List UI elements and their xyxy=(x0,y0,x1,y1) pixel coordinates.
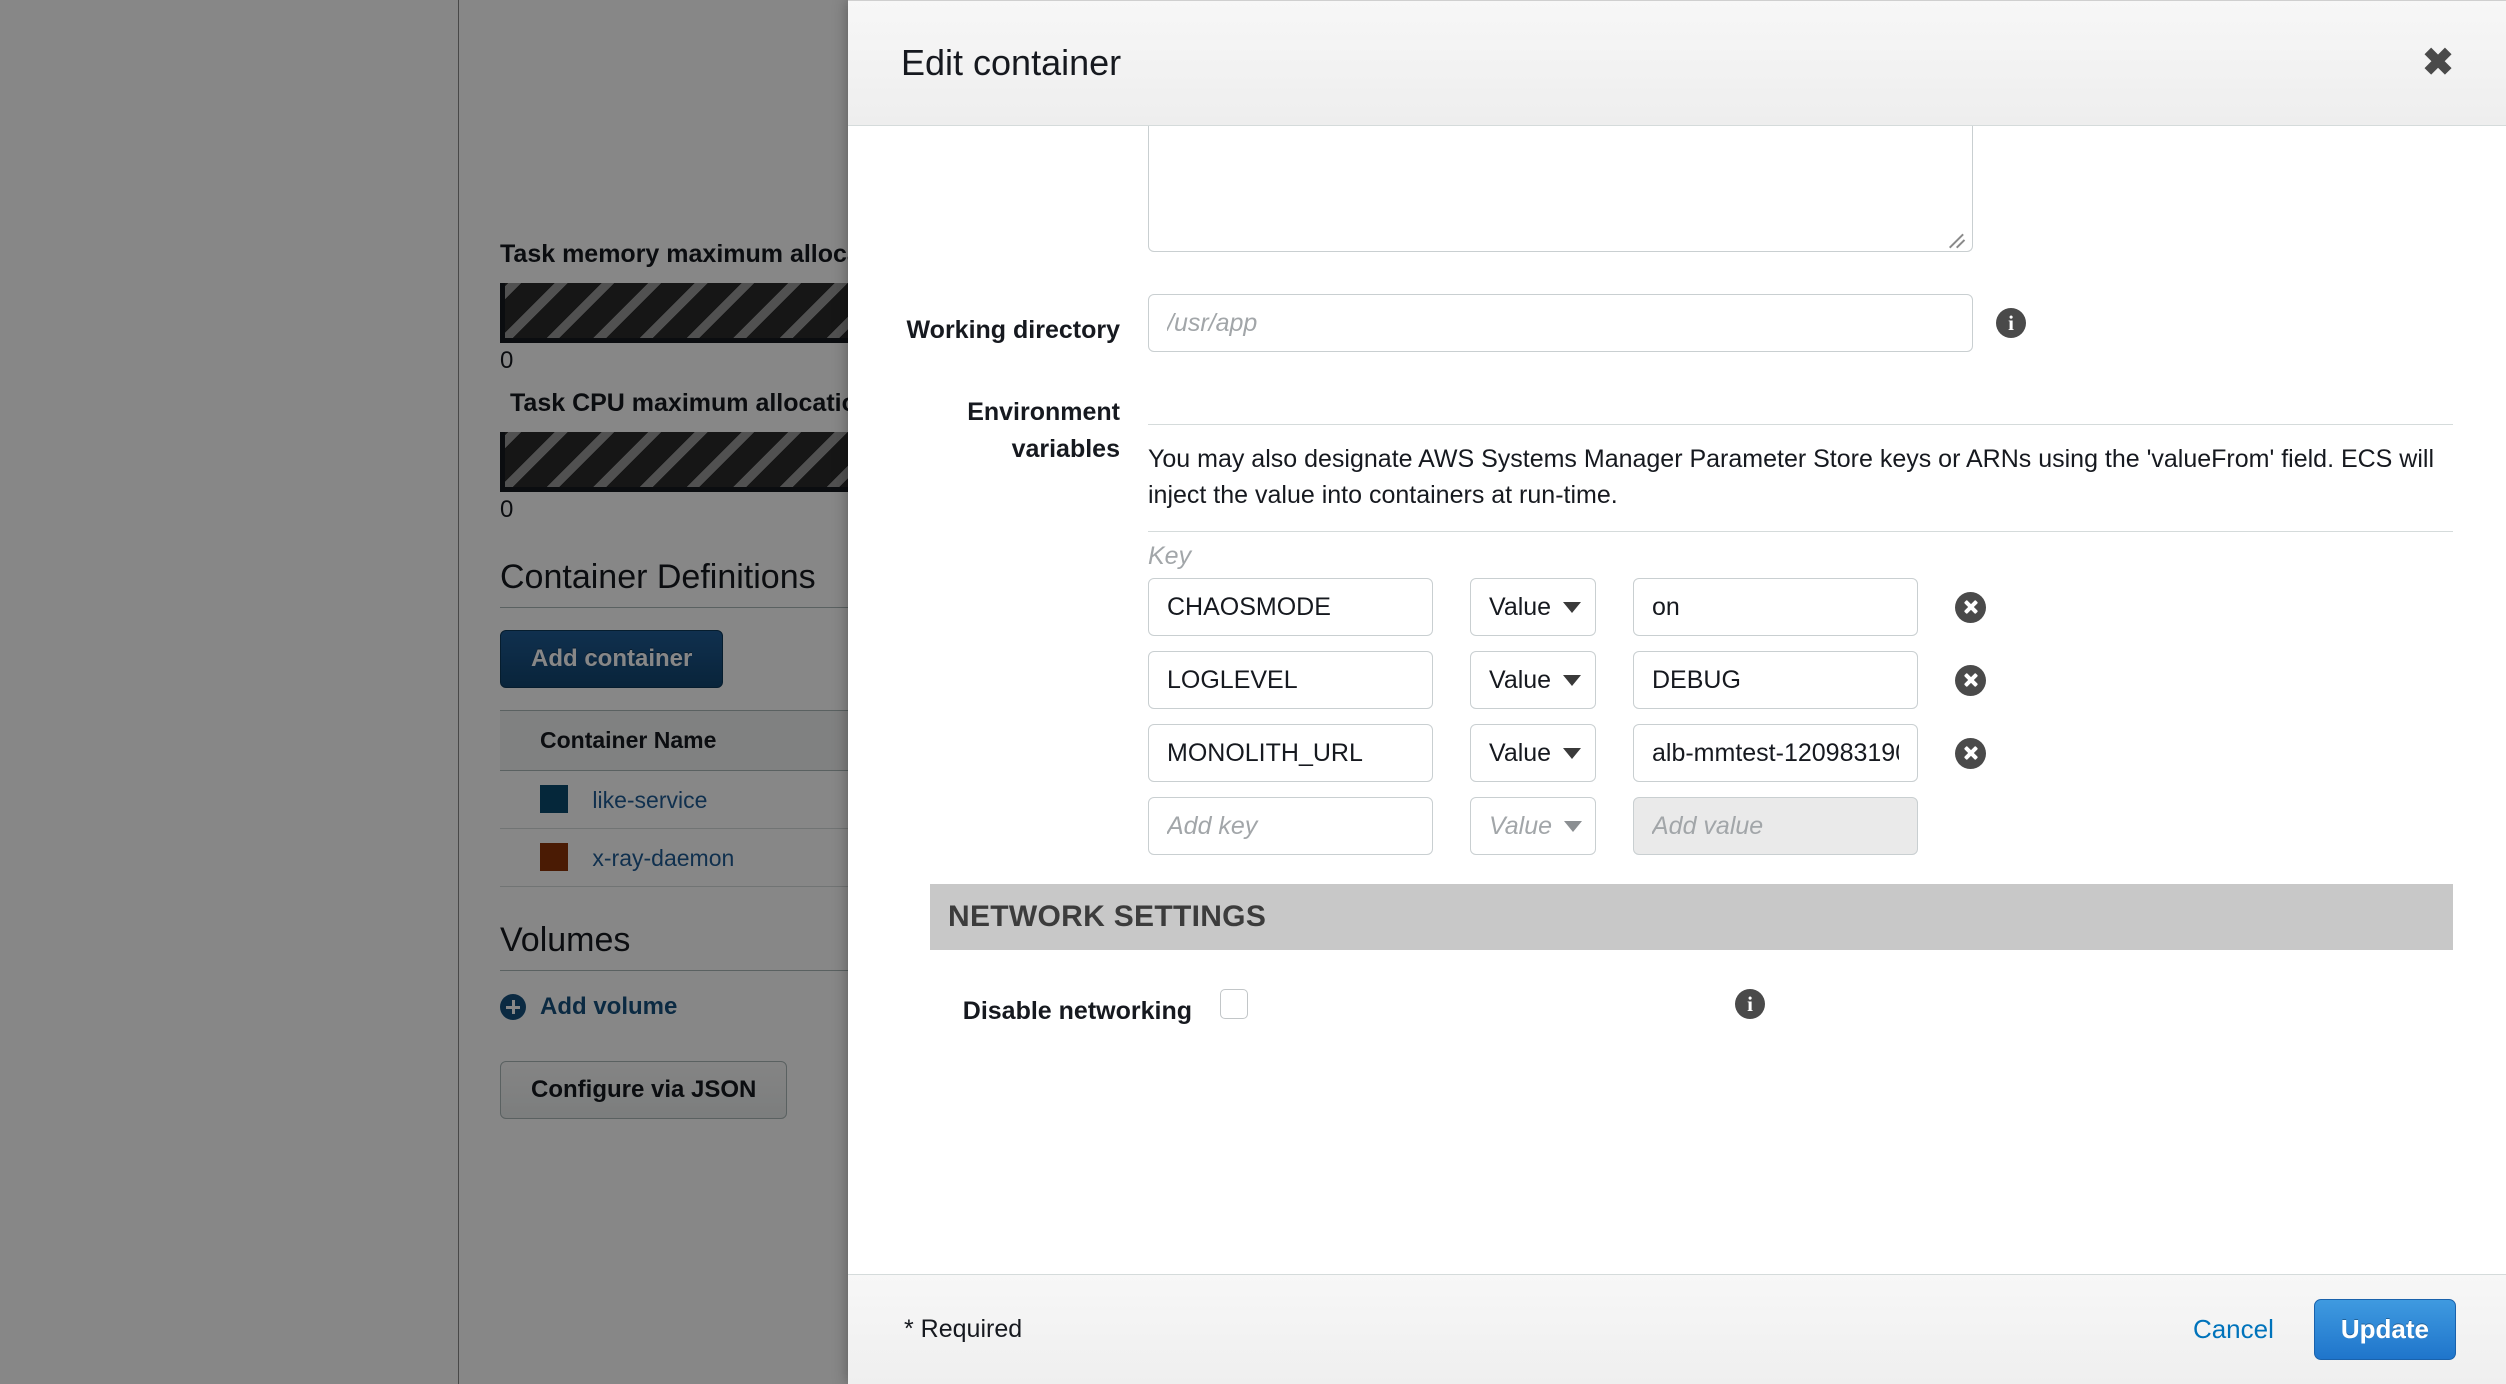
modal-footer: * Required Cancel Update xyxy=(848,1274,2506,1384)
command-textarea[interactable] xyxy=(1148,126,1973,252)
env-type-value: Value xyxy=(1489,811,1553,840)
env-type-add-select[interactable]: Value xyxy=(1470,797,1596,855)
modal-body: Working directory i Environment variable… xyxy=(848,126,2506,1274)
remove-env-var-button[interactable] xyxy=(1955,664,1986,696)
env-type-select[interactable]: Value xyxy=(1470,651,1596,709)
env-value-input[interactable] xyxy=(1633,578,1918,636)
update-button[interactable]: Update xyxy=(2313,1299,2456,1360)
env-type-value: Value xyxy=(1489,738,1552,767)
env-value-input[interactable] xyxy=(1633,724,1918,782)
env-var-row: Value xyxy=(1148,724,2453,782)
close-icon[interactable]: ✖ xyxy=(2414,40,2462,86)
remove-env-var-button[interactable] xyxy=(1955,591,1986,623)
modal-header: Edit container ✖ xyxy=(848,0,2506,126)
chevron-down-icon xyxy=(1563,747,1582,759)
modal-title: Edit container xyxy=(901,42,1122,83)
cancel-button[interactable]: Cancel xyxy=(2189,1310,2278,1349)
edit-container-modal: Edit container ✖ Working directory i Env… xyxy=(848,0,2506,1384)
working-directory-input[interactable] xyxy=(1148,294,1973,352)
env-key-add-input[interactable] xyxy=(1148,797,1433,855)
environment-variables-label-line2: variables xyxy=(1011,434,1120,463)
env-type-value: Value xyxy=(1489,592,1552,621)
env-value-add-input[interactable] xyxy=(1633,797,1918,855)
disable-networking-label: Disable networking xyxy=(962,997,1192,1025)
remove-env-var-button[interactable] xyxy=(1955,737,1986,769)
disable-networking-checkbox[interactable] xyxy=(1220,989,1248,1020)
env-type-select[interactable]: Value xyxy=(1470,724,1596,782)
working-directory-label: Working directory xyxy=(906,315,1120,344)
chevron-down-icon xyxy=(1563,674,1582,686)
key-column-header: Key xyxy=(1148,542,1192,570)
env-var-add-row: Value xyxy=(1148,797,2453,855)
resize-handle-icon[interactable] xyxy=(1951,231,1967,247)
environment-variables-help-text: You may also designate AWS Systems Manag… xyxy=(1148,445,2435,509)
info-icon[interactable]: i xyxy=(1996,308,2026,338)
chevron-down-icon xyxy=(1564,820,1583,832)
env-key-input[interactable] xyxy=(1148,651,1433,709)
env-type-select[interactable]: Value xyxy=(1470,578,1596,636)
environment-variables-label: Environment variables xyxy=(848,394,1148,467)
environment-variables-label-line1: Environment xyxy=(967,398,1120,426)
env-key-input[interactable] xyxy=(1148,578,1433,636)
env-type-value: Value xyxy=(1489,665,1552,694)
info-icon[interactable]: i xyxy=(1735,989,1765,1020)
network-settings-section-header: NETWORK SETTINGS xyxy=(930,884,2453,950)
env-key-input[interactable] xyxy=(1148,724,1433,782)
chevron-down-icon xyxy=(1563,601,1582,613)
required-note: * Required xyxy=(904,1315,1023,1343)
env-value-input[interactable] xyxy=(1633,651,1918,709)
env-var-row: Value xyxy=(1148,651,2453,709)
env-var-row: Value xyxy=(1148,578,2453,636)
